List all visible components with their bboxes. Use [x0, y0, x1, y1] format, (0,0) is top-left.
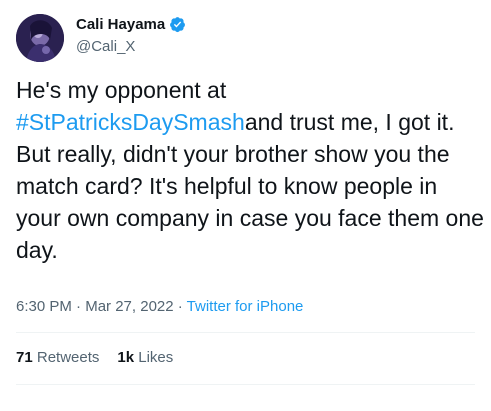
tweet-card: Cali Hayama @Cali_X He's my opponent at … [0, 0, 491, 411]
verified-badge-icon [170, 17, 186, 33]
author-name[interactable]: Cali Hayama [76, 16, 186, 33]
author-handle[interactable]: @Cali_X [76, 38, 135, 55]
avatar-image [16, 14, 64, 62]
likes-count: 1k [117, 349, 135, 366]
likes-stat[interactable]: 1k Likes [117, 349, 173, 366]
likes-label: Likes [138, 349, 174, 366]
retweets-label: Retweets [36, 349, 100, 366]
tweet-date[interactable]: Mar 27, 2022 [85, 298, 173, 315]
retweets-stat[interactable]: 71 Retweets [16, 349, 99, 366]
tweet-text: He's my opponent at #StPatricksDaySmasha… [16, 74, 486, 266]
tweet-stats: 71 Retweets 1k Likes [16, 349, 173, 366]
tweet-time[interactable]: 6:30 PM [16, 298, 72, 315]
meta-separator: · [173, 298, 187, 315]
tweet-text-start: He's my opponent at [16, 77, 227, 103]
meta-separator: · [71, 298, 86, 315]
author-name-text: Cali Hayama [76, 16, 166, 33]
avatar[interactable] [16, 14, 64, 62]
retweets-count: 71 [16, 349, 33, 366]
divider [16, 384, 475, 385]
hashtag-link[interactable]: #StPatricksDaySmash [16, 109, 245, 135]
tweet-meta: 6:30 PM · Mar 27, 2022 · Twitter for iPh… [16, 298, 303, 315]
tweet-source-link[interactable]: Twitter for iPhone [187, 298, 304, 315]
divider [16, 332, 475, 333]
